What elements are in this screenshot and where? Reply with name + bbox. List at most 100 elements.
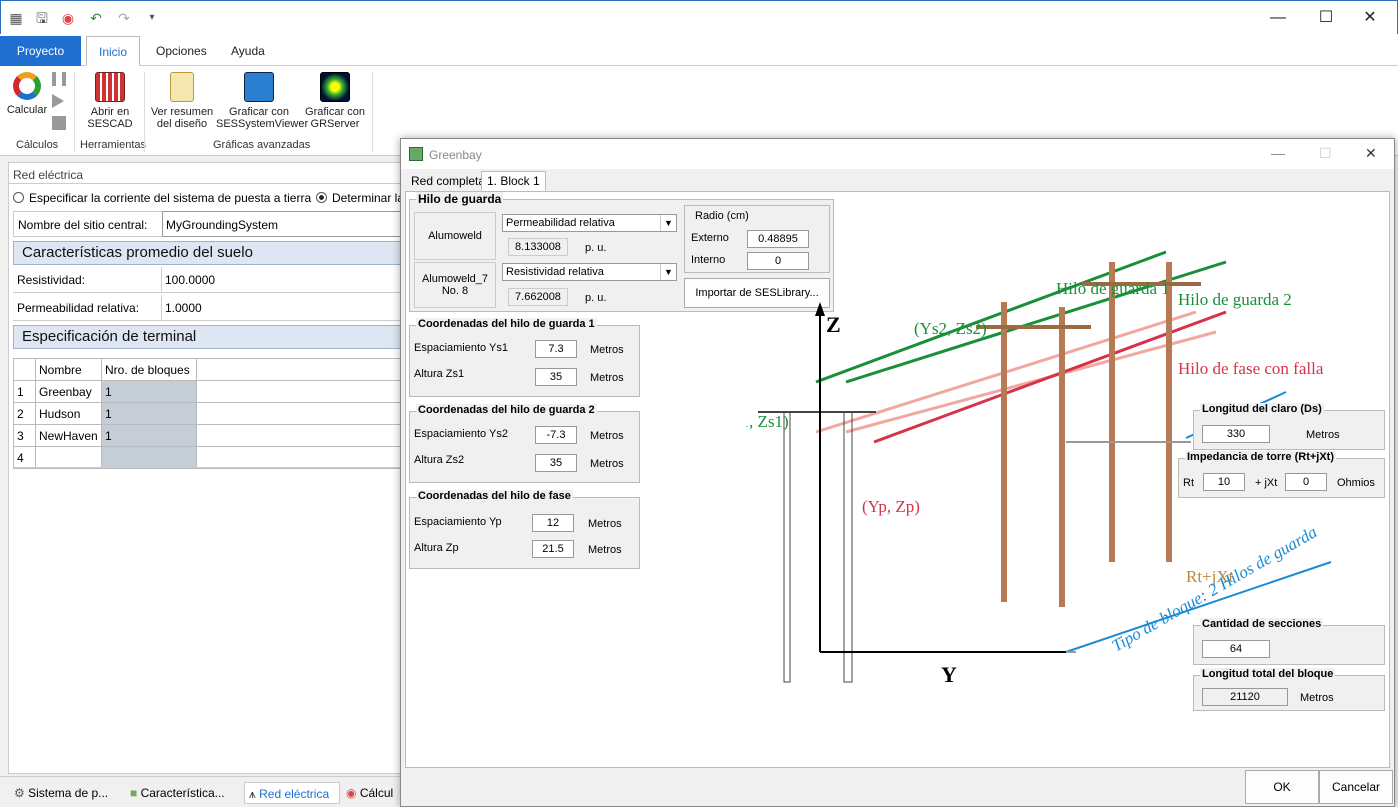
span-length-input[interactable]: 330 — [1202, 425, 1270, 443]
minimize-button[interactable]: — — [1263, 7, 1293, 29]
tower-impedance-group: Impedancia de torre (Rt+jXt) Rt 10 + jXt… — [1178, 451, 1385, 498]
maximize-button[interactable]: ☐ — [1311, 7, 1341, 29]
tab-proyecto[interactable]: Proyecto — [0, 36, 81, 66]
cell-blocks[interactable] — [101, 446, 197, 469]
tab-opciones[interactable]: Opciones — [142, 36, 221, 66]
redo-icon[interactable]: ↷ — [115, 9, 133, 27]
yp-unit: Metros — [588, 518, 622, 530]
site-name-row: Nombre del sitio central: MyGroundingSys… — [13, 211, 412, 237]
tab-calculo[interactable]: ◉ Cálcul — [346, 782, 400, 804]
tab-ayuda[interactable]: Ayuda — [217, 36, 279, 66]
table-header-row: Nombre Nro. de bloques — [13, 358, 404, 381]
cell-empty — [196, 402, 404, 425]
col-nombre[interactable]: Nombre — [35, 358, 102, 381]
zp-input[interactable]: 21.5 — [532, 540, 574, 558]
terminal-header[interactable]: Especificación de terminal — [13, 325, 404, 349]
tab-red-completa[interactable]: Red completa — [405, 171, 491, 191]
bottom-tabs: ⚙ Sistema de p... ■ Característica... ⩚ … — [0, 776, 400, 807]
cell-name[interactable]: Greenbay — [35, 380, 102, 403]
tab-red-electrica[interactable]: ⩚ Red eléctrica — [244, 782, 340, 804]
property-value-2[interactable]: 7.662008 — [508, 288, 568, 306]
property-select-1[interactable]: Permeabilidad relativa ▼ — [502, 214, 677, 232]
permeabilidad-input[interactable]: 1.0000 — [161, 295, 411, 321]
calcular-icon — [13, 72, 41, 100]
dropdown-arrow-icon: ▼ — [660, 264, 676, 280]
wire-alumoweld[interactable]: Alumoweld — [414, 212, 496, 260]
col-empty — [196, 358, 404, 381]
cell-name[interactable]: Hudson — [35, 402, 102, 425]
permeabilidad-label: Permeabilidad relativa: — [17, 301, 140, 315]
cell-name[interactable]: NewHaven — [35, 424, 102, 447]
resistividad-label: Resistividad: — [17, 273, 86, 287]
table-row[interactable]: 3 NewHaven 1 — [13, 424, 404, 447]
yp-label: Espaciamiento Yp — [414, 516, 502, 528]
guard-wire-title: Hilo de guarda — [416, 192, 504, 206]
close-button[interactable]: ✕ — [1355, 7, 1385, 29]
row-number: 2 — [13, 402, 36, 425]
property-select-2[interactable]: Resistividad relativa ▼ — [502, 263, 677, 281]
dialog-minimize-button[interactable]: — — [1271, 145, 1285, 161]
table-row[interactable]: 2 Hudson 1 — [13, 402, 404, 425]
wire-alumoweld-7[interactable]: Alumoweld_7 No. 8 — [414, 262, 496, 308]
tab-caracteristicas-label: Característica... — [140, 786, 225, 800]
label-hilo-guarda-1: Hilo de guarda 1 — [1056, 279, 1170, 298]
property-select-1-value: Permeabilidad relativa — [506, 217, 615, 229]
zs1-label: Altura Zs1 — [414, 368, 465, 380]
ys1-input[interactable]: 7.3 — [535, 340, 577, 358]
total-length-unit: Metros — [1300, 692, 1334, 704]
undo-icon[interactable]: ↶ — [87, 9, 105, 27]
site-name-input[interactable]: MyGroundingSystem — [162, 211, 412, 237]
dialog-maximize-button[interactable]: ☐ — [1319, 145, 1332, 162]
calc-ring-icon[interactable]: ◉ — [59, 9, 77, 27]
pause-icon[interactable] — [52, 72, 66, 86]
tab-calculo-label: Cálcul — [359, 786, 394, 800]
tab-inicio[interactable]: Inicio — [86, 36, 140, 66]
cell-blocks[interactable]: 1 — [101, 402, 197, 425]
zs2-input[interactable]: 35 — [535, 454, 577, 472]
separator — [74, 72, 75, 152]
terminal-table: Nombre Nro. de bloques 1 Greenbay 1 2 Hu… — [13, 358, 404, 469]
phase-coords-group: Coordenadas del hilo de fase Espaciamien… — [409, 490, 640, 569]
table-row[interactable]: 4 — [13, 446, 404, 469]
pole — [1109, 262, 1115, 562]
xt-input[interactable]: 0 — [1285, 473, 1327, 491]
rt-input[interactable]: 10 — [1203, 473, 1245, 491]
cancel-button[interactable]: Cancelar — [1319, 770, 1393, 804]
tab-block-1[interactable]: 1. Block 1 — [481, 171, 546, 191]
dialog-title: Greenbay — [429, 148, 482, 162]
customize-qa-icon[interactable]: ▾ — [143, 9, 161, 27]
col-bloques[interactable]: Nro. de bloques — [101, 358, 197, 381]
ys2-input[interactable]: -7.3 — [535, 426, 577, 444]
zp-label: Altura Zp — [414, 542, 459, 554]
tab-caracteristicas[interactable]: ■ Característica... — [130, 782, 240, 804]
property-value-1[interactable]: 8.133008 — [508, 238, 568, 256]
save-icon[interactable]: 🖫 — [33, 9, 51, 27]
tower-icon: ⩚ — [249, 787, 260, 801]
ok-button[interactable]: OK — [1245, 770, 1319, 804]
resistividad-input[interactable]: 100.0000 — [161, 267, 411, 293]
radio-determinar-label: Determinar la — [332, 191, 402, 205]
tab-sistema[interactable]: ⚙ Sistema de p... — [14, 782, 124, 804]
sections-input[interactable]: 64 — [1202, 640, 1270, 658]
dialog-close-button[interactable]: ✕ — [1365, 145, 1377, 162]
graficar-viewer-button[interactable]: Graficar con SESSystemViewer — [216, 72, 308, 130]
ver-resumen-button[interactable]: Ver resumen del diseño — [150, 72, 214, 130]
table-row[interactable]: 1 Greenbay 1 — [13, 380, 404, 403]
graficar-grserver-button[interactable]: Graficar con GRServer — [304, 72, 366, 130]
cell-blocks[interactable]: 1 — [101, 424, 197, 447]
soil-header[interactable]: Características promedio del suelo — [13, 241, 404, 265]
zs2-unit: Metros — [590, 458, 624, 470]
radio-especificar[interactable] — [13, 192, 24, 203]
stop-icon[interactable] — [52, 116, 66, 130]
pole — [1059, 307, 1065, 607]
cell-name[interactable] — [35, 446, 102, 469]
calcular-button[interactable]: Calcular — [6, 72, 48, 116]
zs1-input[interactable]: 35 — [535, 368, 577, 386]
abrir-sescad-button[interactable]: Abrir en SESCAD — [84, 72, 136, 130]
tower-impedance-title: Impedancia de torre (Rt+jXt) — [1185, 451, 1337, 463]
cell-blocks[interactable]: 1 — [101, 380, 197, 403]
yp-input[interactable]: 12 — [532, 514, 574, 532]
divider — [9, 183, 404, 184]
play-icon[interactable] — [52, 94, 64, 108]
radio-determinar[interactable] — [316, 192, 327, 203]
